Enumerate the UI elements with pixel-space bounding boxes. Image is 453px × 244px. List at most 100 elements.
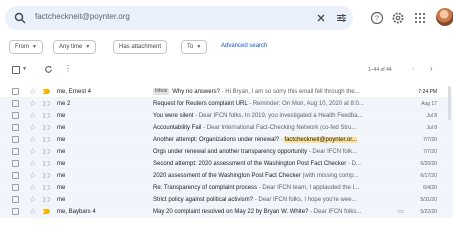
email-row[interactable]: ☆ me Second attempt: 2020 assessment of th…	[0, 158, 453, 170]
star-icon[interactable]: ☆	[29, 170, 36, 181]
advanced-search-link[interactable]: Advanced search	[221, 43, 267, 49]
subject: Why no answers?	[172, 89, 220, 95]
avatar[interactable]	[436, 8, 453, 26]
subject: Strict policy against political activism…	[153, 197, 254, 203]
date: 5/31/20	[420, 197, 437, 203]
filter-to[interactable]: To ▼	[181, 40, 208, 54]
email-row[interactable]: ☆ me Another attempt: Organizations under …	[0, 134, 453, 146]
star-icon[interactable]: ☆	[29, 146, 36, 157]
date: 7:24 PM	[418, 89, 437, 95]
row-checkbox[interactable]	[12, 100, 19, 107]
row-checkbox[interactable]	[12, 160, 19, 167]
email-row[interactable]: ☆ me You were silent - Dear IFCN folks, In…	[0, 110, 453, 122]
email-row[interactable]: ☆ me, Baybars 4 May 20 complaint resolved …	[0, 206, 453, 218]
star-icon[interactable]: ☆	[29, 206, 36, 217]
star-icon[interactable]: ☆	[29, 182, 36, 193]
search-input[interactable]: factcheckneit@poynter.org	[35, 12, 130, 21]
email-row[interactable]: ☆ me Re: Transparency of complaint process…	[0, 182, 453, 194]
search-box[interactable]: factcheckneit@poynter.org	[5, 6, 353, 30]
important-marker-icon[interactable]	[43, 173, 50, 178]
scrollbar[interactable]	[448, 86, 451, 120]
row-checkbox[interactable]	[12, 148, 19, 155]
sender: me, Baybars 4	[57, 209, 96, 215]
email-content: Inbox Why no answers? - Hi Bryan, I am so…	[153, 87, 395, 97]
more-vert-icon[interactable]: ⋮	[64, 64, 72, 74]
pagination-count: 1–44 of 44	[368, 67, 392, 73]
important-marker-icon[interactable]	[43, 101, 50, 106]
star-icon[interactable]: ☆	[29, 122, 36, 133]
filter-from-label: From	[15, 44, 29, 50]
important-marker-icon[interactable]	[43, 209, 50, 214]
important-marker-icon[interactable]	[43, 185, 50, 190]
sender: me	[57, 161, 66, 167]
sender: me, Ernest 4	[57, 89, 92, 95]
email-row[interactable]: ☆ me Strict policy against political activ…	[0, 194, 453, 206]
star-icon[interactable]: ☆	[29, 158, 36, 169]
email-row[interactable]: ☆ me 2 Request for Reuters complaint URL -…	[0, 98, 453, 110]
email-content: Request for Reuters complaint URL - Remi…	[153, 99, 395, 109]
snippet: - Dear International Fact-Checking Netwo…	[201, 125, 357, 131]
important-marker-icon[interactable]	[43, 197, 50, 202]
star-icon[interactable]: ☆	[29, 98, 36, 109]
search-highlight: factcheckneit@poynter.or...	[284, 137, 357, 143]
subject: May 20 complaint resolved on May 22 by B…	[153, 209, 309, 215]
gear-icon[interactable]	[391, 11, 405, 25]
snippet: - Dear IFCN folk...	[307, 149, 358, 155]
snippet: (with missing comp...	[300, 173, 359, 179]
row-checkbox[interactable]	[12, 88, 19, 95]
email-row[interactable]: ☆ me, Ernest 4 Inbox Why no answers? - Hi B…	[0, 86, 453, 98]
subject: Accountability Fail	[153, 125, 202, 131]
chevron-right-icon[interactable]: ›	[430, 64, 433, 73]
email-row[interactable]: ☆ me Orgs under renewal and another transp…	[0, 146, 453, 158]
snippet: - Hi Bryan, I am so sorry this email fel…	[219, 89, 360, 95]
row-checkbox[interactable]	[12, 172, 19, 179]
subject: Re: Transparency of complaint process	[153, 185, 258, 191]
date: Jul 8	[426, 113, 437, 119]
subject: You were silent	[153, 113, 194, 119]
important-marker-icon[interactable]	[43, 113, 50, 118]
close-icon[interactable]	[314, 11, 328, 25]
row-checkbox[interactable]	[12, 112, 19, 119]
important-marker-icon[interactable]	[43, 89, 50, 94]
filter-has-attachment[interactable]: Has attachment	[113, 40, 168, 54]
snippet: - Dear IFCN folks, In 2019, you investig…	[193, 113, 363, 119]
star-icon[interactable]: ☆	[29, 134, 36, 145]
row-checkbox[interactable]	[12, 124, 19, 131]
email-content: Second attempt: 2020 assessment of the W…	[153, 159, 395, 169]
help-icon[interactable]: ?	[370, 11, 384, 25]
sender: me	[57, 125, 66, 131]
tune-icon[interactable]	[334, 11, 348, 25]
important-marker-icon[interactable]	[43, 149, 50, 154]
filter-any-time[interactable]: Any time ▼	[53, 40, 97, 54]
email-content: Accountability Fail - Dear International…	[153, 123, 395, 133]
search-icon[interactable]	[14, 12, 26, 24]
filter-has-attachment-label: Has attachment	[119, 44, 162, 50]
row-checkbox[interactable]	[12, 136, 19, 143]
filter-from[interactable]: From ▼	[9, 40, 43, 54]
refresh-icon[interactable]	[44, 65, 53, 74]
email-content: Orgs under renewal and another transpare…	[153, 147, 395, 157]
sender: me	[57, 185, 66, 191]
star-icon[interactable]: ☆	[29, 86, 36, 97]
snippet: - Dear IFCN folks, I hope you're wee...	[253, 197, 357, 203]
email-row[interactable]: ☆ me Accountability Fail - Dear Internatio…	[0, 122, 453, 134]
important-marker-icon[interactable]	[43, 125, 50, 130]
select-all-checkbox[interactable]	[12, 66, 20, 74]
row-checkbox[interactable]	[12, 196, 19, 203]
filter-any-time-label: Any time	[59, 44, 83, 50]
date: 6/4/20	[423, 185, 437, 191]
email-row[interactable]: ☆ me 2020 assessment of the Washington Pos…	[0, 170, 453, 182]
chevron-down-icon[interactable]: ▼	[22, 66, 27, 72]
snippet: - Reminder: On Mon, Aug 10, 2020 at 8:0.…	[247, 101, 364, 107]
filter-to-label: To	[187, 44, 194, 50]
row-checkbox[interactable]	[12, 184, 19, 191]
row-checkbox[interactable]	[12, 208, 19, 215]
chevron-left-icon[interactable]: ‹	[412, 64, 415, 73]
attachment-icon[interactable]: ▭	[398, 207, 404, 217]
star-icon[interactable]: ☆	[29, 110, 36, 121]
important-marker-icon[interactable]	[43, 137, 50, 142]
important-marker-icon[interactable]	[43, 161, 50, 166]
snippet: - D...	[346, 161, 361, 167]
star-icon[interactable]: ☆	[29, 194, 36, 205]
apps-grid-icon[interactable]	[414, 12, 426, 24]
